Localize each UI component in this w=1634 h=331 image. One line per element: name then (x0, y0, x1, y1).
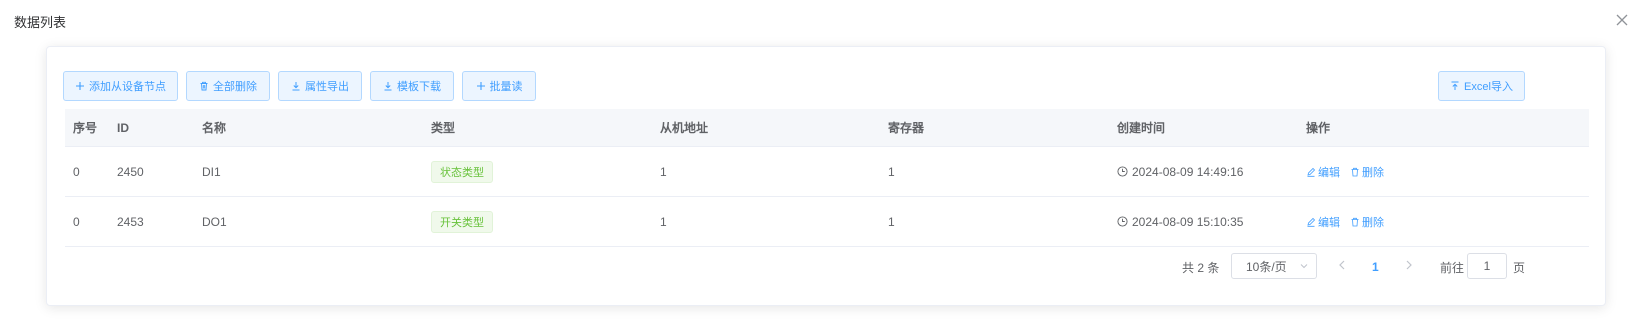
trash-icon (1351, 167, 1359, 176)
plus-icon (476, 82, 485, 90)
clock-icon (1117, 166, 1128, 177)
edit-icon (1307, 217, 1316, 227)
column-header-index: 序号 (73, 121, 98, 135)
type-tag: 开关类型 (431, 210, 493, 233)
chevron-down-icon (1300, 264, 1308, 269)
page-size-value: 10条/页 (1246, 259, 1287, 274)
edit-icon (1307, 167, 1316, 177)
download-icon (292, 82, 300, 91)
next-page-icon[interactable] (1404, 259, 1414, 271)
page-size-select[interactable]: 10条/页 (1231, 253, 1317, 279)
delete-label: 删除 (1362, 216, 1384, 229)
goto-prefix: 前往 (1440, 260, 1465, 275)
trash-icon (200, 81, 208, 91)
template-download-label: 模板下载 (397, 81, 441, 93)
batch-read-button[interactable]: 批量读 (462, 71, 536, 101)
column-header-slave-address: 从机地址 (660, 121, 709, 135)
table-row: 0 2453 DO1 开关类型 1 1 2024-08-09 15:10:35 … (65, 197, 1589, 247)
delete-button[interactable]: 删除 (1350, 164, 1384, 180)
plus-icon (76, 82, 84, 90)
created-time-text: 2024-08-09 15:10:35 (1132, 214, 1244, 229)
add-slave-node-button[interactable]: 添加从设备节点 (63, 71, 178, 101)
delete-all-label: 全部删除 (213, 81, 257, 93)
cell-type: 状态类型 (431, 147, 493, 196)
pagination-total: 共 2 条 (1182, 260, 1220, 275)
current-page[interactable]: 1 (1372, 253, 1379, 281)
column-header-id: ID (117, 120, 129, 135)
cell-index: 0 (73, 214, 80, 229)
cell-register: 1 (888, 214, 895, 229)
goto-suffix: 页 (1513, 260, 1526, 275)
dialog-title: 数据列表 (14, 15, 67, 30)
cell-actions: 编辑 删除 (1306, 197, 1394, 246)
excel-import-button[interactable]: Excel导入 (1438, 71, 1525, 101)
column-header-actions: 操作 (1306, 121, 1331, 135)
template-download-button[interactable]: 模板下载 (370, 71, 454, 101)
cell-actions: 编辑 删除 (1306, 147, 1394, 196)
data-table: 序号 ID 名称 类型 从机地址 寄存器 创建时间 操作 0 2450 DI1 … (65, 109, 1589, 247)
cell-type: 开关类型 (431, 197, 493, 246)
edit-label: 编辑 (1318, 166, 1340, 179)
cell-index: 0 (73, 164, 80, 179)
trash-icon (1351, 217, 1359, 226)
cell-slave-address: 1 (660, 214, 667, 229)
type-tag: 状态类型 (431, 160, 493, 183)
cell-name: DI1 (202, 164, 221, 179)
column-header-created-time: 创建时间 (1117, 121, 1166, 135)
delete-all-button[interactable]: 全部删除 (186, 71, 270, 101)
add-slave-node-label: 添加从设备节点 (89, 81, 166, 93)
attribute-export-label: 属性导出 (305, 81, 349, 93)
attribute-export-button[interactable]: 属性导出 (278, 71, 362, 101)
edit-button[interactable]: 编辑 (1306, 164, 1340, 180)
goto-page-input[interactable] (1467, 253, 1507, 279)
delete-button[interactable]: 删除 (1350, 214, 1384, 230)
upload-icon (1451, 81, 1459, 90)
column-header-register: 寄存器 (888, 121, 925, 135)
cell-name: DO1 (202, 214, 227, 229)
edit-label: 编辑 (1318, 216, 1340, 229)
column-header-type: 类型 (431, 121, 456, 135)
table-row: 0 2450 DI1 状态类型 1 1 2024-08-09 14:49:16 … (65, 147, 1589, 197)
data-card: 添加从设备节点 全部删除 属性导出 模板下载 批量读 Excel导入 序号 ID… (46, 46, 1606, 306)
edit-button[interactable]: 编辑 (1306, 214, 1340, 230)
cell-id: 2453 (117, 214, 144, 229)
clock-icon (1117, 216, 1128, 227)
batch-read-label: 批量读 (489, 81, 523, 93)
close-icon[interactable] (1614, 12, 1630, 28)
cell-created-time: 2024-08-09 15:10:35 (1117, 197, 1243, 246)
delete-label: 删除 (1362, 166, 1384, 179)
prev-page-icon[interactable] (1337, 259, 1347, 271)
cell-register: 1 (888, 164, 895, 179)
excel-import-label: Excel导入 (1464, 81, 1513, 93)
created-time-text: 2024-08-09 14:49:16 (1132, 164, 1244, 179)
cell-id: 2450 (117, 164, 144, 179)
download-icon (384, 82, 392, 91)
cell-created-time: 2024-08-09 14:49:16 (1117, 147, 1243, 196)
table-header: 序号 ID 名称 类型 从机地址 寄存器 创建时间 操作 (65, 109, 1589, 147)
column-header-name: 名称 (202, 121, 227, 135)
cell-slave-address: 1 (660, 164, 667, 179)
